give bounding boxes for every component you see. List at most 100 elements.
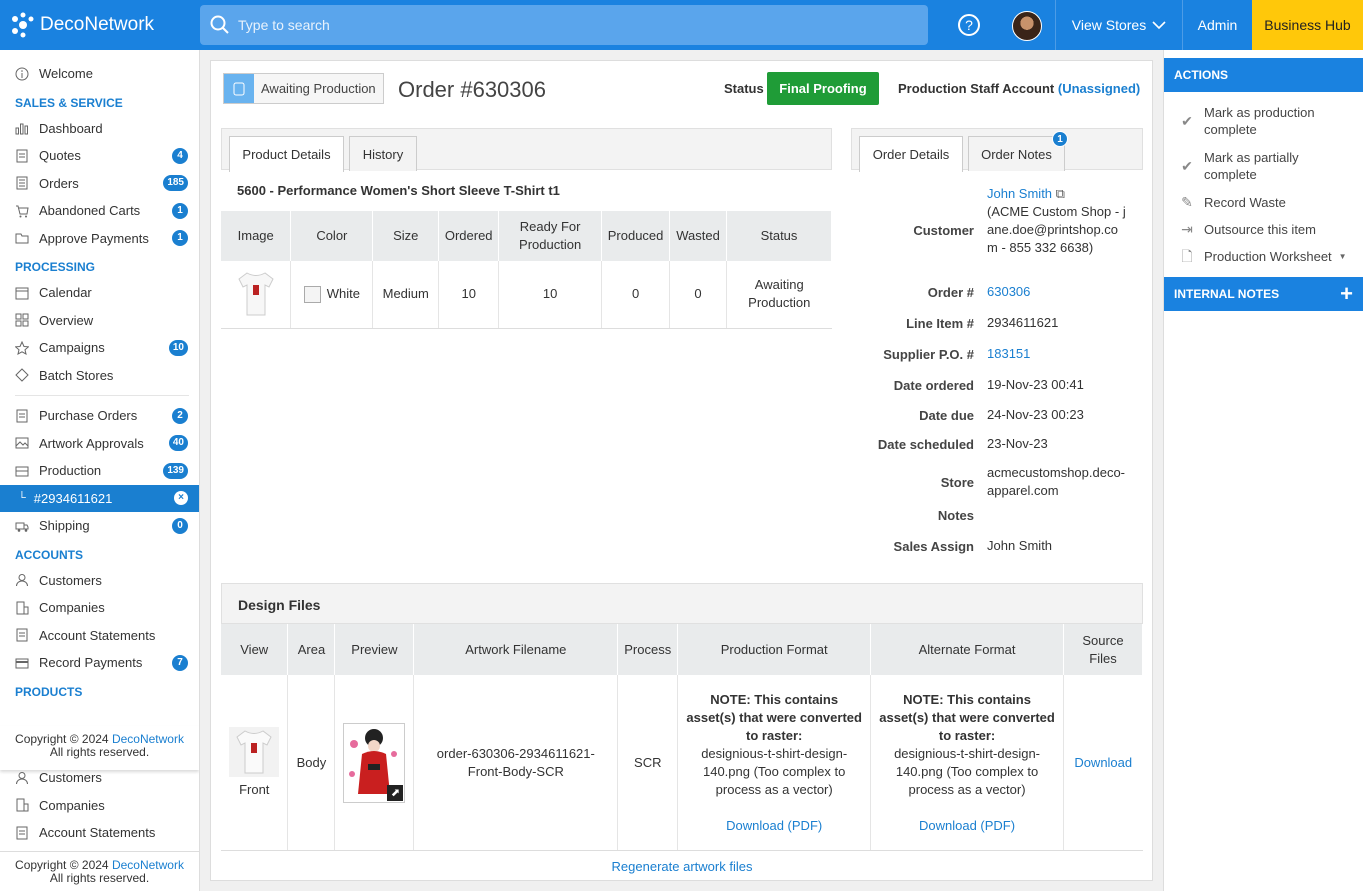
product-image[interactable] — [221, 261, 292, 329]
search-icon — [210, 15, 229, 34]
supplier-po-row: Supplier P.O. # 183151 — [851, 345, 1143, 363]
sidebar-item-companies[interactable]: Companies — [0, 594, 199, 622]
image-icon — [15, 436, 29, 450]
sidebar-item-label: Customers — [39, 770, 102, 786]
action-outsource[interactable]: ⇥ Outsource this item — [1164, 221, 1363, 238]
brand-name: DecoNetwork — [40, 14, 155, 35]
order-link[interactable]: 630306 — [987, 284, 1030, 299]
action-mark-partial[interactable]: ✔ Mark as partially complete — [1164, 149, 1363, 183]
raster-note: NOTE: This contains asset(s) that were c… — [686, 691, 862, 743]
copyright-text: Copyright © 2024 — [15, 732, 112, 746]
count-badge: 2 — [172, 407, 188, 424]
sidebar-item-overview[interactable]: Overview — [0, 307, 199, 335]
sidebar-item-label: Shipping — [39, 518, 90, 534]
color-swatch — [303, 286, 321, 304]
view-stores-dropdown[interactable]: View Stores — [1055, 0, 1182, 50]
sidebar-item-label: Account Statements — [39, 627, 156, 643]
action-mark-complete[interactable]: ✔ Mark as production complete — [1164, 104, 1363, 138]
tab-product-details[interactable]: Product Details — [229, 136, 344, 172]
user-avatar[interactable] — [1012, 11, 1042, 41]
staff-assign-link[interactable]: (Unassigned) — [1058, 81, 1140, 96]
view-label: Front — [239, 781, 270, 797]
column-header: Source Files — [1063, 624, 1144, 675]
download-pdf-link[interactable]: Download (PDF) — [726, 818, 822, 833]
count-badge: 4 — [172, 147, 188, 164]
product-name: 5600 - Performance Women's Short Sleeve … — [237, 183, 560, 198]
bar-chart-icon — [15, 121, 29, 135]
sidebar-item-account-statements[interactable]: Account Statements — [0, 819, 199, 847]
field-label: Sales Assign — [893, 538, 974, 554]
sidebar-item-artwork-approvals[interactable]: Artwork Approvals 40 — [0, 430, 199, 458]
add-note-icon[interactable]: + — [1340, 281, 1353, 307]
artwork-preview[interactable]: ⬈ — [343, 722, 406, 803]
star-icon — [14, 340, 30, 355]
count-badge: 0 — [172, 517, 188, 534]
tab-label: Order Notes — [981, 146, 1052, 162]
download-pdf-link[interactable]: Download (PDF) — [919, 818, 1015, 833]
download-source-link[interactable]: Download — [1074, 755, 1132, 770]
status-button[interactable]: Final Proofing — [767, 72, 879, 105]
regenerate-artwork-link[interactable]: Regenerate artwork files — [612, 859, 753, 874]
sidebar-item-active-order[interactable]: └ #2934611621 × — [0, 484, 199, 512]
field-label: Customer — [913, 222, 974, 238]
supplier-po-link[interactable]: 183151 — [987, 346, 1030, 361]
alternate-format-cell: NOTE: This contains asset(s) that were c… — [870, 675, 1064, 850]
close-icon[interactable]: × — [174, 491, 188, 506]
production-icon — [15, 464, 29, 478]
search-input[interactable]: Type to search — [200, 5, 928, 45]
document-icon — [15, 409, 29, 423]
sidebar-item-abandoned-carts[interactable]: Abandoned Carts 1 — [0, 197, 199, 225]
sidebar-item-calendar[interactable]: Calendar — [0, 279, 199, 307]
copy-icon[interactable]: ⧉ — [1056, 186, 1065, 201]
sidebar-item-dashboard[interactable]: Dashboard — [0, 115, 199, 143]
product-table: Image Color Size Ordered Ready For Produ… — [221, 211, 832, 329]
field-label: Supplier P.O. # — [883, 346, 974, 362]
column-header: Area — [287, 624, 336, 675]
customer-link[interactable]: John Smith — [987, 186, 1052, 201]
sidebar-item-approve-payments[interactable]: Approve Payments 1 — [0, 225, 199, 253]
sidebar-item-purchase-orders[interactable]: Purchase Orders 2 — [0, 402, 199, 430]
sidebar-item-label: Batch Stores — [39, 367, 114, 383]
sidebar-item-account-statements[interactable]: Account Statements — [0, 622, 199, 650]
sidebar-item-companies[interactable]: Companies — [0, 792, 199, 820]
deconetwork-link[interactable]: DecoNetwork — [112, 732, 184, 746]
column-header: Alternate Format — [870, 624, 1064, 675]
deconetwork-link[interactable]: DecoNetwork — [112, 858, 184, 872]
sidebar-item-quotes[interactable]: Quotes 4 — [0, 142, 199, 170]
help-icon[interactable]: ? — [958, 14, 980, 36]
sidebar-item-record-payments[interactable]: Record Payments 7 — [0, 649, 199, 677]
sidebar-item-shipping[interactable]: Shipping 0 — [0, 512, 199, 540]
sidebar-item-label: Campaigns — [39, 340, 105, 356]
sidebar-item-label: Welcome — [39, 66, 93, 82]
status-cell: Awaiting Production — [726, 261, 832, 329]
action-record-waste[interactable]: ✎ Record Waste — [1164, 194, 1363, 211]
tab-order-details[interactable]: Order Details — [859, 136, 963, 172]
field-label: Date scheduled — [877, 436, 974, 452]
actions-header: ACTIONS — [1164, 58, 1363, 92]
sidebar-item-batch-stores[interactable]: Batch Stores — [0, 362, 199, 390]
sidebar-item-welcome[interactable]: Welcome — [0, 60, 199, 88]
external-link-icon[interactable]: ⬈ — [387, 784, 404, 801]
view-cell: Front — [221, 675, 289, 850]
column-header: Production Format — [677, 624, 872, 675]
ready-cell: 10 — [498, 261, 603, 329]
export-icon: ⇥ — [1181, 221, 1193, 237]
sidebar-item-orders[interactable]: Orders 185 — [0, 170, 199, 198]
sidebar-item-customers[interactable]: Customers — [0, 567, 199, 595]
document-icon — [15, 149, 29, 163]
date-scheduled-row: Date scheduled 23-Nov-23 — [851, 435, 1143, 453]
regenerate-row: Regenerate artwork files — [221, 850, 1143, 874]
brand-logo[interactable]: DecoNetwork — [0, 12, 200, 38]
view-thumbnail[interactable] — [229, 726, 280, 777]
tab-history[interactable]: History — [349, 136, 417, 171]
sidebar-item-campaigns[interactable]: Campaigns 10 — [0, 334, 199, 362]
sidebar-item-label: Companies — [39, 600, 105, 616]
business-hub-button[interactable]: Business Hub — [1252, 0, 1363, 50]
area-cell: Body — [287, 675, 336, 850]
action-production-worksheet[interactable]: 🗋 Production Worksheet ▼ — [1164, 248, 1363, 265]
search-placeholder: Type to search — [238, 17, 330, 33]
sidebar-item-customers[interactable]: Customers — [0, 764, 199, 792]
sidebar-item-production[interactable]: Production 139 — [0, 457, 199, 485]
admin-link[interactable]: Admin — [1182, 0, 1252, 50]
tab-order-notes[interactable]: Order Notes 1 — [968, 131, 1068, 171]
